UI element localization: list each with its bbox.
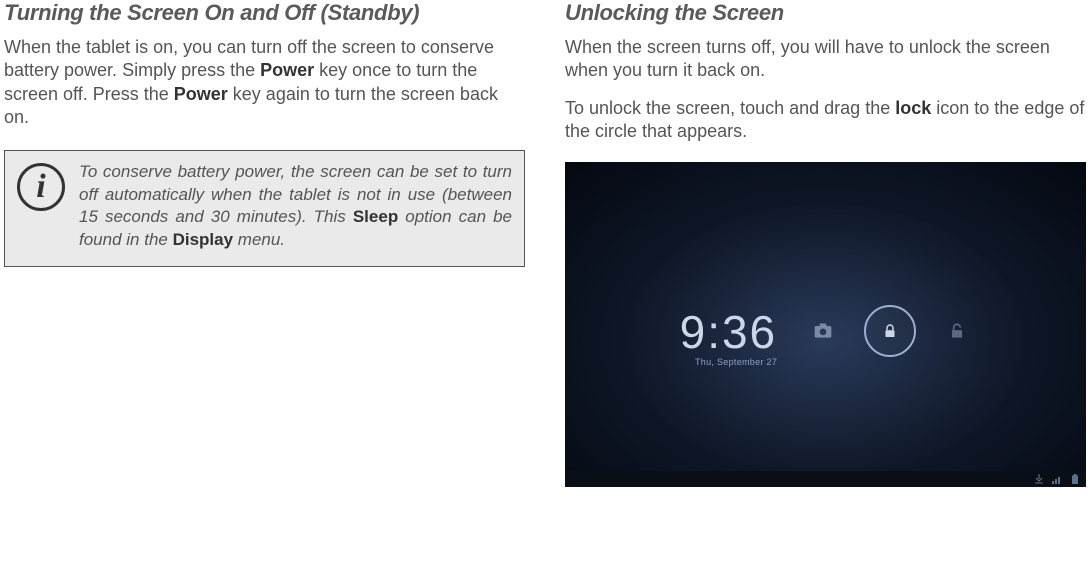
lock-ring[interactable] [864, 305, 916, 357]
display-menu: Display [173, 230, 233, 249]
text: menu. [233, 230, 285, 249]
info-note-box: i To conserve battery power, the screen … [4, 150, 525, 268]
status-bar [565, 471, 1086, 487]
sleep-option: Sleep [353, 207, 398, 226]
battery-icon [1070, 474, 1080, 484]
camera-icon[interactable] [810, 320, 836, 342]
info-note-text: To conserve battery power, the screen ca… [79, 161, 512, 253]
lock-icon-label: lock [895, 98, 931, 118]
lock-icon [881, 322, 899, 340]
unlock-paragraph-1: When the screen turns off, you will have… [565, 36, 1086, 83]
left-column: Turning the Screen On and Off (Standby) … [4, 0, 525, 573]
signal-icon [1052, 474, 1062, 484]
heading-standby: Turning the Screen On and Off (Standby) [4, 0, 525, 26]
clock-date: Thu, September 27 [680, 357, 778, 367]
download-icon [1034, 474, 1044, 484]
lockscreen-illustration: 9:36 Thu, September 27 [565, 162, 1086, 488]
lock-slider-row [810, 305, 970, 357]
clock-block: 9:36 Thu, September 27 [680, 305, 778, 367]
clock-time: 9:36 [680, 305, 778, 359]
power-key-1: Power [260, 60, 314, 80]
power-key-2: Power [174, 84, 228, 104]
unlock-icon[interactable] [944, 320, 970, 342]
standby-paragraph: When the tablet is on, you can turn off … [4, 36, 525, 130]
info-icon: i [17, 163, 65, 211]
right-column: Unlocking the Screen When the screen tur… [565, 0, 1086, 573]
text: To unlock the screen, touch and drag the [565, 98, 895, 118]
heading-unlock: Unlocking the Screen [565, 0, 1086, 26]
unlock-paragraph-2: To unlock the screen, touch and drag the… [565, 97, 1086, 144]
